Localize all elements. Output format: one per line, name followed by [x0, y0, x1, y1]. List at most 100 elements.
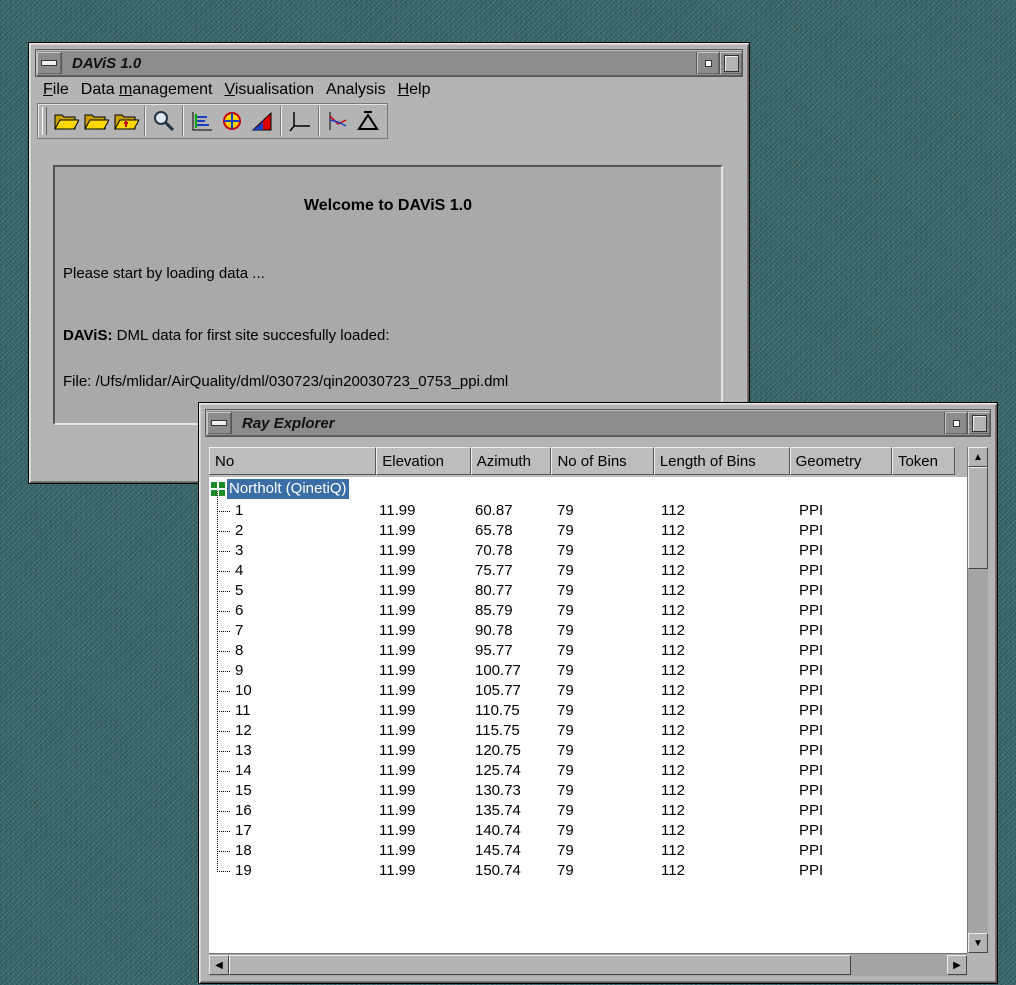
axes-icon — [289, 112, 310, 132]
table-row[interactable]: 10 11.99 105.77 79 112 PPI — [209, 671, 967, 701]
column-header-length-of-bins[interactable]: Length of Bins — [653, 447, 790, 475]
cell-no-of-bins: 79 — [557, 642, 574, 659]
cell-no-of-bins: 79 — [557, 542, 574, 559]
site-label[interactable]: Northolt (QinetiQ) — [227, 479, 349, 499]
table-row[interactable]: 3 11.99 70.78 79 112 PPI — [209, 531, 967, 561]
scroll-right-button[interactable]: ▶ — [947, 955, 967, 975]
scroll-left-button[interactable]: ◀ — [209, 955, 229, 975]
column-header-geometry[interactable]: Geometry — [789, 447, 892, 475]
scroll-thumb[interactable] — [968, 467, 988, 569]
cell-geometry: PPI — [799, 822, 824, 839]
cell-no: 17 — [235, 822, 252, 839]
column-header-no-of-bins[interactable]: No of Bins — [551, 447, 654, 475]
open-data-button[interactable] — [51, 106, 81, 136]
menu-data-management[interactable]: Data management — [75, 81, 219, 99]
table-row[interactable]: 14 11.99 125.74 79 112 PPI — [209, 751, 967, 781]
window-menu-button[interactable] — [207, 412, 232, 434]
cell-no-of-bins: 79 — [557, 662, 574, 679]
scroll-up-button[interactable]: ▲ — [968, 447, 988, 467]
table-row[interactable]: 19 11.99 150.74 79 112 PPI — [209, 851, 967, 881]
table-row[interactable]: 12 11.99 115.75 79 112 PPI — [209, 711, 967, 741]
cell-no-of-bins: 79 — [557, 722, 574, 739]
cell-geometry: PPI — [799, 662, 824, 679]
tree-connector — [217, 651, 230, 672]
cell-length-of-bins: 112 — [661, 742, 685, 759]
cell-elevation: 11.99 — [379, 702, 416, 719]
cell-length-of-bins: 112 — [661, 562, 685, 579]
minimize-button[interactable] — [944, 412, 967, 434]
tree-connector — [217, 791, 230, 812]
toolbar-separator — [280, 106, 282, 136]
cell-azimuth: 90.78 — [475, 622, 513, 639]
cell-no: 10 — [235, 682, 252, 699]
cell-azimuth: 140.74 — [475, 822, 521, 839]
open-folder-icon — [54, 114, 79, 130]
open-add-data-button[interactable] — [111, 106, 141, 136]
tree-connector — [217, 531, 230, 552]
horizontal-scrollbar[interactable]: ◀ ▶ — [209, 953, 967, 976]
table-row[interactable]: 5 11.99 80.77 79 112 PPI — [209, 571, 967, 601]
ray-explorer-window: Ray Explorer No Elevation Azimuth No of Bin… — [198, 402, 998, 984]
main-titlebar[interactable]: DAViS 1.0 — [35, 49, 743, 77]
cell-geometry: PPI — [799, 642, 824, 659]
table-row[interactable]: 2 11.99 65.78 79 112 PPI — [209, 511, 967, 541]
axes-button[interactable] — [285, 106, 315, 136]
minimize-icon — [704, 59, 712, 67]
line-plot-button[interactable] — [323, 106, 353, 136]
table-row[interactable]: 8 11.99 95.77 79 112 PPI — [209, 631, 967, 661]
ray-explorer-titlebar[interactable]: Ray Explorer — [205, 409, 991, 437]
table-row[interactable]: 13 11.99 120.75 79 112 PPI — [209, 731, 967, 761]
cell-no: 6 — [235, 602, 244, 619]
toolbar-separator — [182, 106, 184, 136]
table-row[interactable]: 11 11.99 110.75 79 112 PPI — [209, 691, 967, 721]
table-row[interactable]: 4 11.99 75.77 79 112 PPI — [209, 551, 967, 581]
tree-connector — [217, 811, 230, 832]
tree-connector — [217, 751, 230, 772]
cell-elevation: 11.99 — [379, 822, 416, 839]
table-row[interactable]: 15 11.99 130.73 79 112 PPI — [209, 771, 967, 801]
maximize-button[interactable] — [719, 52, 742, 74]
column-header-elevation[interactable]: Elevation — [376, 447, 471, 475]
tree-connector — [217, 571, 230, 592]
menu-help[interactable]: Help — [392, 81, 437, 99]
table-row[interactable]: 18 11.99 145.74 79 112 PPI — [209, 831, 967, 861]
window-menu-button[interactable] — [37, 52, 62, 74]
menu-file[interactable]: File — [37, 81, 75, 99]
search-button[interactable] — [149, 106, 179, 136]
tree-connector — [217, 591, 230, 612]
column-header-token[interactable]: Token — [891, 447, 955, 475]
table-row[interactable]: 9 11.99 100.77 79 112 PPI — [209, 651, 967, 681]
open-data-button-2[interactable] — [81, 106, 111, 136]
area-plot-button[interactable] — [247, 106, 277, 136]
site-node[interactable]: Northolt (QinetiQ) — [209, 479, 967, 499]
cell-geometry: PPI — [799, 522, 824, 539]
triangle-button[interactable] — [353, 106, 383, 136]
menu-visualisation[interactable]: Visualisation — [218, 81, 320, 99]
table-row[interactable]: 17 11.99 140.74 79 112 PPI — [209, 811, 967, 841]
cell-no: 5 — [235, 582, 244, 599]
scroll-h-thumb[interactable] — [229, 955, 851, 975]
column-header-no[interactable]: No — [209, 447, 377, 475]
minimize-button[interactable] — [696, 52, 719, 74]
menubar: File Data management Visualisation Analysis… — [37, 77, 741, 103]
vertical-scrollbar[interactable]: ▲ ▼ — [967, 447, 988, 953]
table-row[interactable]: 7 11.99 90.78 79 112 PPI — [209, 611, 967, 641]
table-row[interactable]: 6 11.99 85.79 79 112 PPI — [209, 591, 967, 621]
bar-chart-button[interactable] — [187, 106, 217, 136]
scroll-down-button[interactable]: ▼ — [968, 933, 988, 953]
column-header-azimuth[interactable]: Azimuth — [470, 447, 552, 475]
cell-length-of-bins: 112 — [661, 642, 685, 659]
wind-rose-icon — [223, 112, 241, 130]
maximize-button[interactable] — [967, 412, 990, 434]
menu-analysis[interactable]: Analysis — [320, 81, 392, 99]
ray-list[interactable]: Northolt (QinetiQ) 1 11.99 60.87 79 112 PPI 2 1… — [209, 477, 967, 953]
wind-rose-button[interactable] — [217, 106, 247, 136]
table-row[interactable]: 1 11.99 60.87 79 112 PPI — [209, 491, 967, 521]
cell-no: 1 — [235, 502, 244, 519]
table-row[interactable]: 16 11.99 135.74 79 112 PPI — [209, 791, 967, 821]
chart-bars-icon — [192, 112, 212, 131]
toolbar-grip[interactable] — [42, 107, 47, 135]
triangle-outline-icon — [357, 111, 379, 130]
tree-connector — [217, 491, 230, 512]
cell-azimuth: 110.75 — [475, 702, 520, 719]
